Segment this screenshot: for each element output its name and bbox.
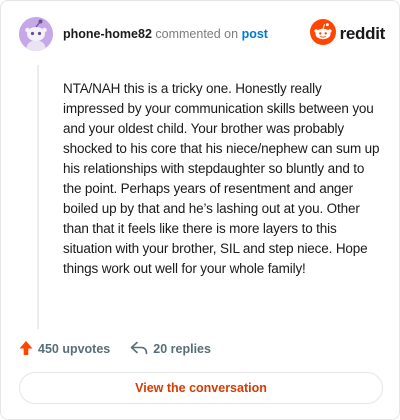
comment-byline: phone-home82 commented on post (63, 26, 268, 42)
reddit-logo[interactable]: reddit (309, 18, 386, 50)
reply-count[interactable]: 20 replies (130, 341, 211, 358)
username-link[interactable]: phone-home82 (63, 27, 152, 41)
upvote-count[interactable]: 450 upvotes (19, 340, 110, 359)
post-link[interactable]: post (242, 27, 268, 41)
view-conversation-button[interactable]: View the conversation (19, 372, 383, 404)
upvotes-label: 450 upvotes (38, 342, 111, 356)
upvote-arrow-icon (19, 340, 38, 359)
comment-header: phone-home82 commented on post reddit (19, 17, 385, 51)
comment-body: NTA/NAH this is a tricky one. Honestly r… (63, 81, 380, 276)
commented-on-text: commented on (155, 27, 239, 41)
reddit-wordmark: reddit (339, 24, 386, 43)
replies-label: 20 replies (153, 342, 211, 356)
comment-stats: 450 upvotes 20 replies (19, 339, 231, 359)
reply-arrow-icon (130, 341, 153, 358)
comment-card: phone-home82 commented on post reddit NT… (0, 0, 400, 420)
reddit-snoo-icon (309, 18, 336, 50)
thread-line (37, 65, 39, 329)
snoo-avatar-icon[interactable] (19, 17, 53, 51)
